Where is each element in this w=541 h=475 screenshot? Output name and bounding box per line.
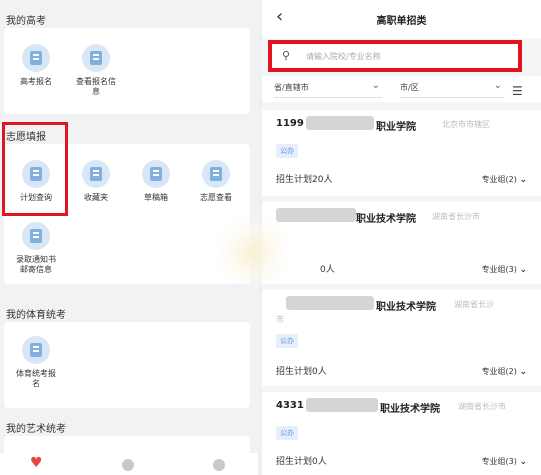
school-location: 湖南省长沙市 [458, 402, 506, 411]
blurred-name [306, 398, 378, 412]
tab-dot-icon[interactable] [213, 459, 225, 471]
major-group-label: 专业组(3) [481, 265, 517, 274]
tile-label: 体育统考报名 [16, 369, 56, 388]
chevron-down-icon: ⌄ [519, 457, 527, 467]
public-badge: 公办 [276, 144, 298, 158]
school-location: 湖南省长沙 [454, 300, 494, 309]
tile-label: 草稿箱 [144, 193, 168, 202]
filter-bar: 省/直辖市 ⌄ 市/区 ⌄ ☰ [262, 76, 541, 102]
school-location-cont: 市 [276, 315, 284, 324]
sports-icon [22, 336, 50, 364]
public-badge: 公办 [276, 334, 298, 348]
document-icon [22, 44, 50, 72]
city-select-value: 市/区 [400, 83, 419, 92]
list-item[interactable]: 职业技术学院 湖南省长沙 市 公办 招生计划0人 专业组(2) ⌄ [262, 290, 541, 386]
chevron-down-icon: ⌄ [493, 80, 502, 91]
enrollment-plan: 招生计划0人 [276, 457, 327, 467]
list-view-icon[interactable]: ☰ [512, 84, 523, 98]
list-item[interactable]: 1199 职业学院 北京市市辖区 公办 招生计划20人 专业组(2) ⌄ [262, 110, 541, 196]
search-bar[interactable]: ⚲ 请输入院校/专业名称 [268, 40, 522, 72]
plan-query-highlight [2, 122, 68, 216]
blurred-name [306, 116, 374, 130]
major-group[interactable]: 专业组(3) ⌄ [482, 456, 527, 467]
nav-bar: ‹ 高职单招类 [262, 0, 541, 38]
province-select[interactable]: 省/直辖市 ⌄ [274, 80, 382, 98]
enrollment-plan: 招生计划20人 [276, 175, 333, 185]
draft-icon [142, 160, 170, 188]
major-group-label: 专业组(3) [481, 457, 517, 466]
tile-volunteer-view[interactable]: 志愿查看 [190, 160, 242, 203]
info-icon [82, 44, 110, 72]
chevron-down-icon: ⌄ [519, 265, 527, 275]
major-group-label: 专业组(2) [481, 367, 517, 376]
tile-label: 查看报名信息 [76, 77, 116, 96]
search-input[interactable]: 请输入院校/专业名称 [306, 51, 381, 62]
favorites-icon [82, 160, 110, 188]
tile-label: 录取通知书邮寄信息 [16, 255, 56, 274]
major-group[interactable]: 专业组(3) ⌄ [482, 264, 527, 275]
blurred-name [276, 208, 356, 222]
my-gaokao-card: 高考报名 查看报名信息 [4, 28, 250, 114]
school-code: 4331 [276, 400, 304, 411]
school-name: 职业技术学院 [380, 404, 440, 415]
search-icon: ⚲ [282, 49, 291, 62]
section-title-pe-exam: 我的体育统考 [6, 310, 66, 321]
school-name: 职业学院 [376, 122, 416, 133]
city-select[interactable]: 市/区 ⌄ [400, 80, 504, 98]
major-group-label: 专业组(2) [481, 175, 517, 184]
tile-pe-signup[interactable]: 体育统考报名 [10, 336, 62, 389]
province-select-value: 省/直辖市 [274, 83, 309, 92]
chevron-down-icon: ⌄ [371, 80, 380, 91]
tile-label: 志愿查看 [200, 193, 232, 202]
tile-admission-mail-info[interactable]: 录取通知书邮寄信息 [10, 222, 62, 275]
tile-view-signup-info[interactable]: 查看报名信息 [70, 44, 122, 97]
blur-overlay [215, 215, 290, 290]
public-badge: 公办 [276, 426, 298, 440]
right-panel: ‹ 高职单招类 ⚲ 请输入院校/专业名称 省/直辖市 ⌄ 市/区 ⌄ ☰ 119… [262, 0, 541, 475]
chevron-down-icon: ⌄ [519, 367, 527, 377]
app-root: 我的高考 高考报名 查看报名信息 志愿填报 计划查询 收藏夹 草稿箱 志愿查看 … [0, 0, 541, 475]
list-item[interactable]: 职业技术学院 湖南省长沙市 0人 专业组(3) ⌄ [262, 202, 541, 284]
school-name: 职业技术学院 [356, 214, 416, 225]
enrollment-plan: 0人 [320, 265, 335, 275]
tab-dot-icon[interactable] [122, 459, 134, 471]
blurred-name [286, 296, 374, 310]
school-code: 1199 [276, 118, 304, 129]
mail-icon [22, 222, 50, 250]
page-title: 高职单招类 [376, 16, 427, 27]
section-title-my-gaokao: 我的高考 [6, 16, 46, 27]
bottom-tab-bar: ♥ [0, 453, 258, 475]
tile-label: 高考报名 [20, 77, 52, 86]
major-group[interactable]: 专业组(2) ⌄ [482, 366, 527, 377]
tile-gaokao-signup[interactable]: 高考报名 [10, 44, 62, 87]
school-location: 湖南省长沙市 [432, 212, 480, 221]
tile-drafts[interactable]: 草稿箱 [130, 160, 182, 203]
list-item[interactable]: 4331 职业技术学院 湖南省长沙市 公办 招生计划0人 专业组(3) ⌄ [262, 392, 541, 475]
view-icon [202, 160, 230, 188]
major-group[interactable]: 专业组(2) ⌄ [482, 174, 527, 185]
school-location: 北京市市辖区 [442, 120, 490, 129]
section-title-art-exam: 我的艺术统考 [6, 424, 66, 435]
chevron-down-icon: ⌄ [519, 175, 527, 185]
tile-favorites[interactable]: 收藏夹 [70, 160, 122, 203]
tile-label: 收藏夹 [84, 193, 108, 202]
school-name: 职业技术学院 [376, 302, 436, 313]
heart-icon[interactable]: ♥ [30, 456, 43, 470]
enrollment-plan: 招生计划0人 [276, 367, 327, 377]
pe-exam-card: 体育统考报名 [4, 322, 250, 408]
